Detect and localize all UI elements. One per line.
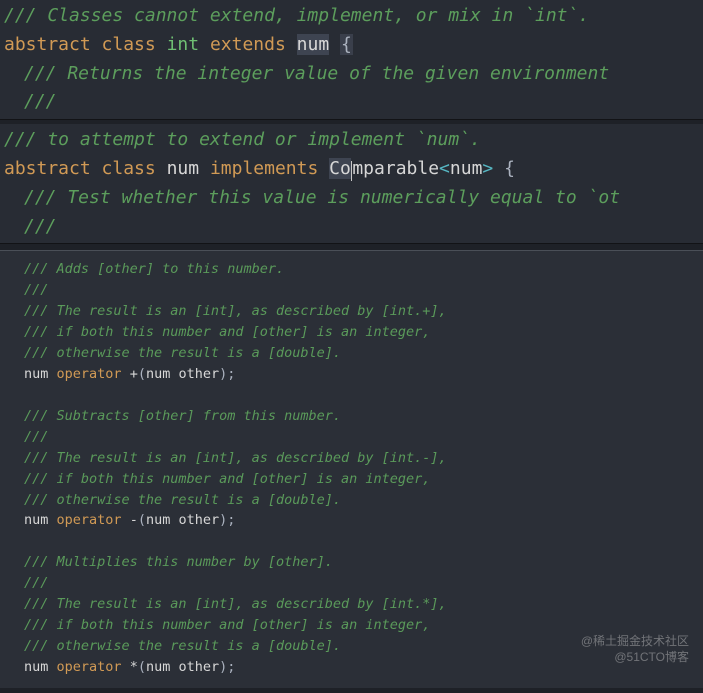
semicolon: ; <box>227 366 235 382</box>
keyword-abstract: abstract <box>4 34 91 55</box>
doc-comment: /// to attempt to extend or implement `n… <box>4 129 481 150</box>
type-comparable-part: mparable <box>352 158 439 179</box>
code-line: /// otherwise the result is a [double]. <box>0 343 703 364</box>
code-line: num operator -(num other); <box>0 510 703 531</box>
doc-comment: /// otherwise the result is a [double]. <box>24 638 341 654</box>
code-line: num operator +(num other); <box>0 364 703 385</box>
code-line: /// Multiplies this number by [other]. <box>0 552 703 573</box>
param-type: num <box>146 659 170 675</box>
code-line: /// otherwise the result is a [double]. <box>0 490 703 511</box>
keyword-operator: operator <box>57 512 122 528</box>
type-int: int <box>167 34 200 55</box>
doc-comment: /// if both this number and [other] is a… <box>24 617 430 633</box>
param-name: other <box>170 512 219 528</box>
brace-open: { <box>340 34 353 55</box>
operator-symbol: * <box>130 659 138 675</box>
doc-comment: /// The result is an [int], as described… <box>24 596 447 612</box>
semicolon: ; <box>227 659 235 675</box>
code-line: /// Adds [other] to this number. <box>0 259 703 280</box>
code-line: abstract class num implements Comparable… <box>0 155 703 184</box>
doc-comment: /// <box>24 91 57 112</box>
code-line: /// Test whether this value is numerical… <box>0 184 703 213</box>
angle-open: < <box>439 158 450 179</box>
code-line: /// Subtracts [other] from this number. <box>0 406 703 427</box>
code-line: /// The result is an [int], as described… <box>0 448 703 469</box>
code-line: /// <box>0 88 703 117</box>
code-line: /// <box>0 280 703 301</box>
blank-line <box>0 531 703 552</box>
param-name: other <box>170 659 219 675</box>
doc-comment: /// if both this number and [other] is a… <box>24 471 430 487</box>
param-type: num <box>146 512 170 528</box>
keyword-implements: implements <box>210 158 318 179</box>
doc-comment: /// <box>24 429 48 445</box>
keyword-class: class <box>102 34 156 55</box>
code-line: /// The result is an [int], as described… <box>0 594 703 615</box>
doc-comment: /// Returns the integer value of the giv… <box>24 63 609 84</box>
return-type: num <box>24 512 48 528</box>
keyword-operator: operator <box>57 659 122 675</box>
doc-comment: /// Classes cannot extend, implement, or… <box>4 5 589 26</box>
doc-comment: /// <box>24 575 48 591</box>
code-line: /// <box>0 427 703 448</box>
param-name: other <box>170 366 219 382</box>
angle-close: > <box>482 158 493 179</box>
doc-comment: /// if both this number and [other] is a… <box>24 324 430 340</box>
code-line: num operator *(num other); <box>0 657 703 678</box>
paren-open: ( <box>138 366 146 382</box>
doc-comment: /// The result is an [int], as described… <box>24 450 447 466</box>
editor-panel-operators[interactable]: /// Adds [other] to this number. /// ///… <box>0 250 703 687</box>
keyword-extends: extends <box>210 34 286 55</box>
generic-num: num <box>450 158 483 179</box>
keyword-class: class <box>102 158 156 179</box>
doc-comment: /// Multiplies this number by [other]. <box>24 554 333 570</box>
type-comparable-part: Co <box>329 158 351 179</box>
code-line: /// <box>0 213 703 242</box>
type-num: num <box>167 158 200 179</box>
semicolon: ; <box>227 512 235 528</box>
doc-comment: /// The result is an [int], as described… <box>24 303 447 319</box>
keyword-abstract: abstract <box>4 158 91 179</box>
watermark-juejin: @稀土掘金技术社区 <box>581 632 689 649</box>
code-line: /// Returns the integer value of the giv… <box>0 60 703 89</box>
doc-comment: /// Subtracts [other] from this number. <box>24 408 341 424</box>
code-line: /// Classes cannot extend, implement, or… <box>0 2 703 31</box>
keyword-operator: operator <box>57 366 122 382</box>
operator-symbol: + <box>130 366 138 382</box>
watermark-51cto: @51CTO博客 <box>614 648 689 665</box>
code-line: /// The result is an [int], as described… <box>0 301 703 322</box>
type-num: num <box>297 34 330 55</box>
code-line: /// <box>0 573 703 594</box>
editor-panel-int[interactable]: /// Classes cannot extend, implement, or… <box>0 0 703 120</box>
doc-comment: /// otherwise the result is a [double]. <box>24 492 341 508</box>
code-line: /// if both this number and [other] is a… <box>0 322 703 343</box>
paren-open: ( <box>138 659 146 675</box>
doc-comment: /// otherwise the result is a [double]. <box>24 345 341 361</box>
operator-symbol: - <box>130 512 138 528</box>
editor-panel-num[interactable]: /// to attempt to extend or implement `n… <box>0 124 703 244</box>
paren-open: ( <box>138 512 146 528</box>
blank-line <box>0 385 703 406</box>
doc-comment: /// Test whether this value is numerical… <box>24 187 620 208</box>
brace-open: { <box>504 158 515 179</box>
return-type: num <box>24 366 48 382</box>
return-type: num <box>24 659 48 675</box>
code-line: /// if both this number and [other] is a… <box>0 469 703 490</box>
doc-comment: /// <box>24 216 57 237</box>
param-type: num <box>146 366 170 382</box>
doc-comment: /// <box>24 282 48 298</box>
code-line: abstract class int extends num { <box>0 31 703 60</box>
doc-comment: /// Adds [other] to this number. <box>24 261 284 277</box>
code-line: /// to attempt to extend or implement `n… <box>0 126 703 155</box>
